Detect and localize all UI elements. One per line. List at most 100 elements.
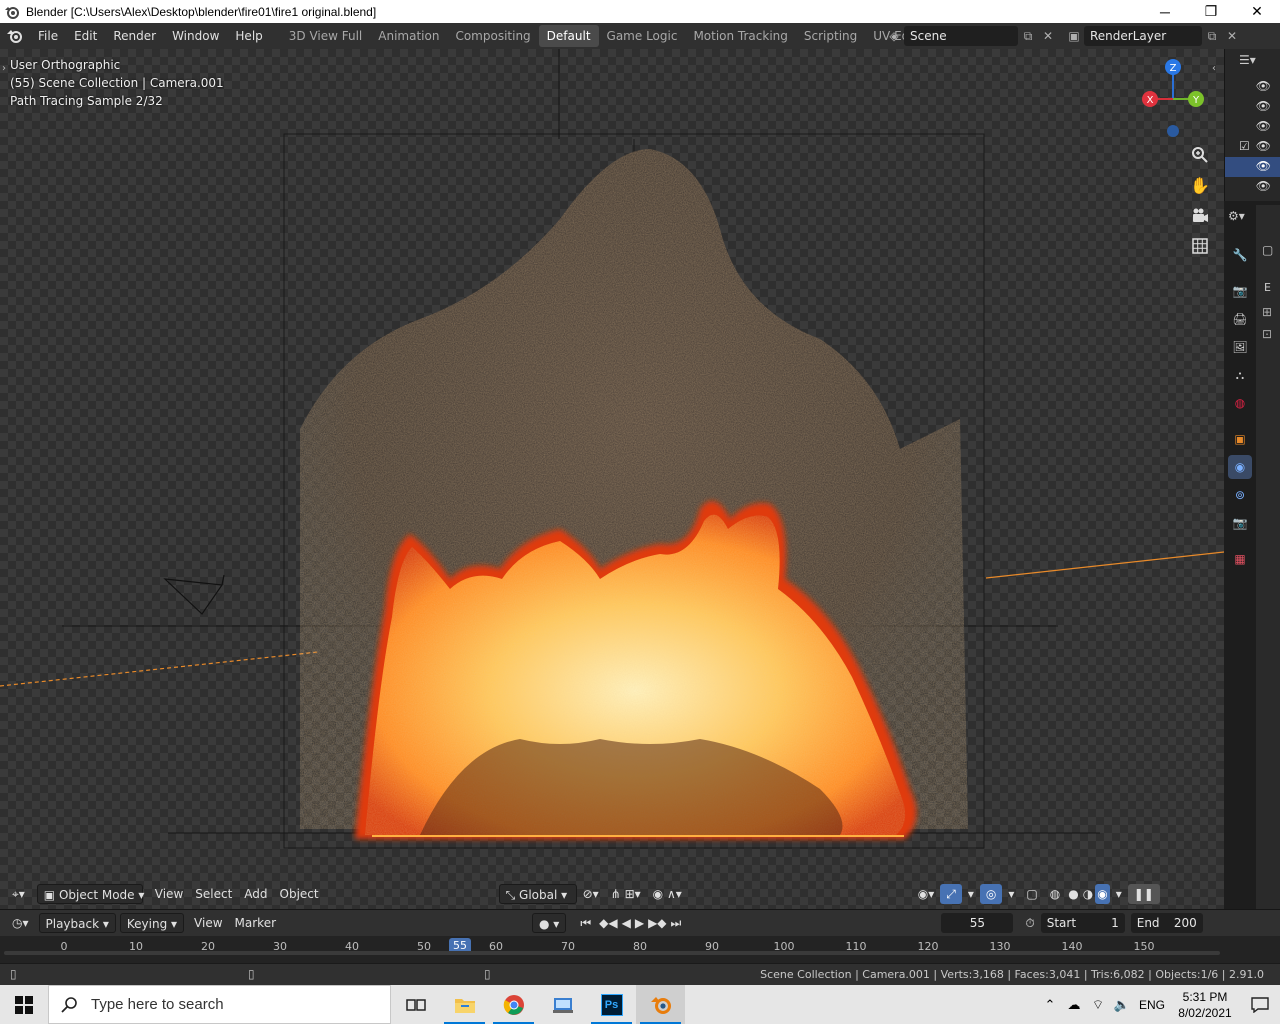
checkbox-icon[interactable]: ☑	[1239, 139, 1250, 153]
menu-timeline-view[interactable]: View	[188, 913, 228, 933]
tab-default[interactable]: Default	[538, 25, 599, 47]
jump-start-icon[interactable]: ⏮	[574, 913, 597, 933]
next-keyframe-icon[interactable]: ▶◆	[646, 913, 668, 933]
zoom-icon[interactable]	[1188, 143, 1212, 167]
render-layer-icon[interactable]: ▣	[1064, 26, 1084, 46]
camera-view-icon[interactable]	[1188, 204, 1212, 228]
menu-edit[interactable]: Edit	[66, 23, 105, 49]
visibility-eye-icon[interactable]: 👁	[1256, 159, 1271, 173]
tab-compositing[interactable]: Compositing	[447, 25, 538, 47]
tab-3d-view-full[interactable]: 3D View Full	[281, 25, 371, 47]
delete-layer-icon[interactable]: ✕	[1222, 26, 1242, 46]
task-view-icon[interactable]	[391, 985, 440, 1024]
gizmo-neg-z[interactable]	[1167, 125, 1179, 137]
outliner-selected-row[interactable]: 👁	[1225, 157, 1280, 177]
menu-add[interactable]: Add	[238, 884, 273, 904]
blender-menu-icon[interactable]	[0, 23, 30, 49]
menu-view[interactable]: View	[149, 884, 189, 904]
output-tab-icon[interactable]: 🖨	[1228, 307, 1252, 331]
navigation-gizmo[interactable]: Z X Y	[1142, 59, 1204, 137]
menu-help[interactable]: Help	[227, 23, 270, 49]
render-tab-icon[interactable]: 📷	[1228, 279, 1252, 303]
data-tab-icon[interactable]: 📷	[1228, 511, 1252, 535]
sidebar-toggle-icon[interactable]: ‹	[1212, 63, 1216, 74]
toolbar-toggle-icon[interactable]: ›	[2, 63, 6, 74]
scene-name-field[interactable]: Scene	[904, 26, 1018, 46]
shading-dropdown-icon[interactable]: ▾	[1110, 884, 1128, 904]
network-icon[interactable]: ⌔	[1086, 997, 1110, 1013]
stopwatch-icon[interactable]: ⏱	[1019, 913, 1040, 933]
scene-icon[interactable]: ◈	[884, 26, 904, 46]
volume-icon[interactable]: 🔈	[1110, 997, 1134, 1013]
orientation-dropdown[interactable]: ⤡ Global ▾	[498, 884, 577, 904]
pan-hand-icon[interactable]: ✋	[1188, 173, 1212, 197]
object-tab-icon[interactable]: ▣	[1228, 427, 1252, 451]
panel-mini-icon[interactable]: ⊡	[1262, 327, 1272, 341]
jump-end-icon[interactable]: ⏭	[669, 913, 684, 933]
physics-tab-icon[interactable]: ◉	[1228, 455, 1252, 479]
shading-rendered-icon[interactable]: ◉	[1095, 884, 1110, 904]
mode-dropdown[interactable]: ▣ Object Mode ▾	[36, 884, 144, 904]
constraints-tab-icon[interactable]: ⊚	[1228, 483, 1252, 507]
overlay-dropdown-icon[interactable]: ▾	[1002, 884, 1020, 904]
menu-object[interactable]: Object	[274, 884, 325, 904]
chrome-icon[interactable]	[489, 985, 538, 1024]
new-scene-icon[interactable]: ⧉	[1018, 26, 1038, 46]
scene-tab-icon[interactable]: ⛬	[1228, 363, 1252, 387]
play-icon[interactable]: ▶	[633, 913, 646, 933]
outliner-filter-icon[interactable]: ☰▾	[1239, 53, 1256, 67]
start-frame-field[interactable]: Start 1	[1040, 913, 1125, 933]
panel-collapse-icon[interactable]: ▢	[1262, 243, 1273, 257]
taskbar-search[interactable]: Type here to search	[48, 985, 391, 1024]
visibility-eye-icon[interactable]: 👁	[1256, 139, 1271, 153]
menu-file[interactable]: File	[30, 23, 66, 49]
visibility-eye-icon[interactable]: 👁	[1256, 119, 1271, 133]
overlay-toggle-icon[interactable]: ◎	[979, 884, 1003, 904]
minimize-button[interactable]: ─	[1142, 0, 1188, 23]
tab-motion-tracking[interactable]: Motion Tracking	[685, 25, 795, 47]
language-indicator[interactable]: ENG	[1134, 998, 1170, 1012]
close-button[interactable]: ✕	[1234, 0, 1280, 23]
end-frame-field[interactable]: End 200	[1130, 913, 1203, 933]
xray-icon[interactable]: ▢	[1020, 884, 1043, 904]
gizmo-dropdown-icon[interactable]: ▾	[962, 884, 980, 904]
maximize-button[interactable]: ❐	[1188, 0, 1234, 23]
menu-keying[interactable]: Keying ▾	[119, 913, 185, 933]
visibility-icon[interactable]: ◉▾	[912, 884, 941, 904]
visibility-eye-icon[interactable]: 👁	[1256, 79, 1271, 93]
delete-scene-icon[interactable]: ✕	[1038, 26, 1058, 46]
timeline-scrollbar[interactable]	[4, 951, 1220, 955]
panel-mini-icon[interactable]: ⊞	[1262, 305, 1272, 319]
timeline-editor-icon[interactable]: ◷▾	[6, 913, 35, 933]
visibility-eye-icon[interactable]: 👁	[1256, 179, 1271, 193]
editor-type-icon[interactable]: ⌖▾	[6, 884, 31, 904]
menu-playback[interactable]: Playback ▾	[38, 913, 116, 933]
photoshop-icon[interactable]: Ps	[587, 985, 636, 1024]
shading-wire-icon[interactable]: ◍	[1044, 884, 1066, 904]
menu-window[interactable]: Window	[164, 23, 227, 49]
world-tab-icon[interactable]: ◍	[1228, 391, 1252, 415]
app-window-icon[interactable]	[538, 985, 587, 1024]
tab-game-logic[interactable]: Game Logic	[599, 25, 686, 47]
file-explorer-icon[interactable]	[440, 985, 489, 1024]
prev-keyframe-icon[interactable]: ◆◀	[597, 913, 619, 933]
blender-taskbar-icon[interactable]	[636, 985, 685, 1024]
play-reverse-icon[interactable]: ◀	[620, 913, 633, 933]
auto-key-icon[interactable]: ● ▾	[532, 913, 567, 933]
shading-material-icon[interactable]: ◑	[1081, 884, 1095, 904]
snap-icon[interactable]: ⋔ ⊞▾	[605, 884, 647, 904]
shading-solid-icon[interactable]: ●	[1066, 884, 1080, 904]
new-layer-icon[interactable]: ⧉	[1202, 26, 1222, 46]
chevron-up-icon[interactable]: ⌃	[1038, 997, 1062, 1013]
tool-tab-icon[interactable]: 🔧	[1228, 243, 1252, 267]
cloud-icon[interactable]: ☁	[1062, 997, 1086, 1013]
3d-viewport[interactable]: Z X Y User Orthographic (55) Scene Colle…	[0, 49, 1224, 909]
menu-select[interactable]: Select	[189, 884, 238, 904]
render-layer-field[interactable]: RenderLayer	[1084, 26, 1202, 46]
pause-render-icon[interactable]: ❚❚	[1127, 884, 1160, 904]
tab-animation[interactable]: Animation	[370, 25, 447, 47]
grid-projection-icon[interactable]	[1188, 234, 1212, 258]
tab-scripting[interactable]: Scripting	[796, 25, 865, 47]
notifications-icon[interactable]	[1240, 996, 1280, 1013]
visibility-eye-icon[interactable]: 👁	[1256, 99, 1271, 113]
